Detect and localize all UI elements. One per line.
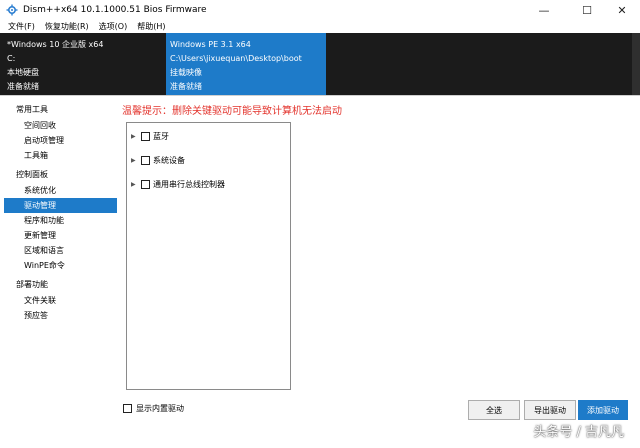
sidebar-item-file-assoc[interactable]: 文件关联 <box>4 293 117 308</box>
sidebar-group-control-panel: 控制面板 <box>16 170 48 179</box>
tree-checkbox[interactable] <box>141 155 150 165</box>
minimize-button[interactable]: — <box>528 0 560 20</box>
watermark-text: 头条号 / 吉凡凡 <box>533 425 624 440</box>
tree-label: 通用串行总线控制器 <box>153 179 225 189</box>
warning-text: 温馨提示：删除关键驱动可能导致计算机无法启动 <box>122 106 342 117</box>
session-path: C:\Users\jixuequan\Desktop\boot <box>170 54 302 63</box>
menu-bar: 文件(F) 恢复功能(R) 选项(O) 帮助(H) <box>0 20 640 33</box>
sidebar-item-startup[interactable]: 启动项管理 <box>4 133 117 148</box>
session-type: 挂载映像 <box>170 68 202 77</box>
show-builtin-label: 显示内置驱动 <box>136 404 184 413</box>
session-bar: *Windows 10 企业版 x64 C: 本地硬盘 准备就绪 Windows… <box>0 33 640 95</box>
sidebar-item-winpe[interactable]: WinPE命令 <box>4 258 117 273</box>
expand-arrow-icon[interactable]: ▶ <box>131 181 141 188</box>
tree-item-usb-controllers[interactable]: ▶ 通用串行总线控制器 <box>131 177 225 191</box>
close-button[interactable]: ✕ <box>606 0 638 20</box>
sidebar-group-deploy: 部署功能 <box>16 280 48 289</box>
session-scroll-edge <box>632 33 640 95</box>
sidebar-item-region-language[interactable]: 区域和语言 <box>4 243 117 258</box>
tree-item-bluetooth[interactable]: ▶ 蓝牙 <box>131 129 169 143</box>
driver-tree: ▶ 蓝牙 ▶ 系统设备 ▶ 通用串行总线控制器 <box>126 122 291 390</box>
expand-arrow-icon[interactable]: ▶ <box>131 133 141 140</box>
window-title: Dism++x64 10.1.1000.51 Bios Firmware <box>23 5 207 15</box>
expand-arrow-icon[interactable]: ▶ <box>131 157 141 164</box>
session-title: Windows PE 3.1 x64 <box>170 40 251 49</box>
sidebar-group-common-tools: 常用工具 <box>16 105 48 114</box>
session-drive: C: <box>7 54 16 63</box>
session-status: 准备就绪 <box>170 82 202 91</box>
tree-label: 蓝牙 <box>153 131 169 141</box>
show-builtin-drivers[interactable]: 显示内置驱动 <box>123 403 184 414</box>
session-title: *Windows 10 企业版 x64 <box>7 40 104 49</box>
add-driver-button[interactable]: 添加驱动 <box>578 400 628 420</box>
session-winpe[interactable]: Windows PE 3.1 x64 C:\Users\jixuequan\De… <box>166 33 326 95</box>
tree-label: 系统设备 <box>153 155 185 165</box>
select-all-button[interactable]: 全选 <box>468 400 520 420</box>
sidebar-item-system-optimize[interactable]: 系统优化 <box>4 183 117 198</box>
session-type: 本地硬盘 <box>7 68 39 77</box>
maximize-button[interactable]: ☐ <box>571 0 603 20</box>
sidebar-item-programs[interactable]: 程序和功能 <box>4 213 117 228</box>
session-status: 准备就绪 <box>7 82 39 91</box>
tree-checkbox[interactable] <box>141 131 150 141</box>
sidebar-item-updates[interactable]: 更新管理 <box>4 228 117 243</box>
sidebar-item-answer-file[interactable]: 预应答 <box>4 308 117 323</box>
menu-restore[interactable]: 恢复功能(R) <box>40 21 94 32</box>
session-windows10[interactable]: *Windows 10 企业版 x64 C: 本地硬盘 准备就绪 <box>0 33 166 95</box>
menu-file[interactable]: 文件(F) <box>0 21 40 32</box>
sidebar: 常用工具 空间回收 启动项管理 工具箱 控制面板 系统优化 驱动管理 程序和功能… <box>4 102 117 428</box>
export-drivers-button[interactable]: 导出驱动 <box>524 400 576 420</box>
menu-options[interactable]: 选项(O) <box>94 21 133 32</box>
sidebar-item-driver-manage[interactable]: 驱动管理 <box>4 198 117 213</box>
app-gear-icon <box>6 4 18 16</box>
show-builtin-checkbox[interactable] <box>123 404 132 413</box>
tree-item-system-devices[interactable]: ▶ 系统设备 <box>131 153 185 167</box>
menu-help[interactable]: 帮助(H) <box>132 21 170 32</box>
sidebar-item-toolbox[interactable]: 工具箱 <box>4 148 117 163</box>
tree-checkbox[interactable] <box>141 179 150 189</box>
sidebar-item-space-reclaim[interactable]: 空间回收 <box>4 118 117 133</box>
